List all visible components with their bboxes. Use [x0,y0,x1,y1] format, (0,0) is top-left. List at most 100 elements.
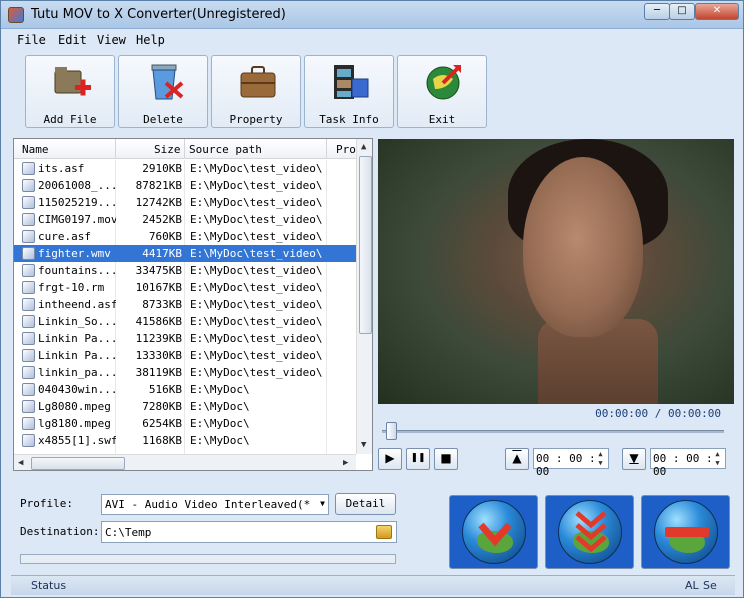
file-row[interactable]: cure.asf 760KB E:\MyDoc\test_video\ [14,228,356,245]
add-file-button[interactable]: Add File [25,55,115,128]
destination-label: Destination: [20,525,100,538]
file-row[interactable]: Linkin Pa... 13330KB E:\MyDoc\test_video\ [14,347,356,364]
file-row[interactable]: Linkin Pa... 11239KB E:\MyDoc\test_video\ [14,330,356,347]
delete-button[interactable]: Delete [118,55,208,128]
scroll-right-arrow[interactable]: ▶ [343,458,348,468]
play-button[interactable]: ▶ [378,448,402,470]
detail-button[interactable]: Detail [335,493,396,515]
start-time-down-arrow[interactable]: ▼ [594,459,607,468]
file-name: CIMG0197.mov [38,213,116,226]
exit-button[interactable]: Exit [397,55,487,128]
batch-convert-button[interactable] [545,495,634,569]
file-row[interactable]: CIMG0197.mov 2452KB E:\MyDoc\test_video\ [14,211,356,228]
file-row[interactable]: 20061008_... 87821KB E:\MyDoc\test_video\ [14,177,356,194]
menu-edit[interactable]: Edit [58,33,87,47]
file-size: 4417KB [142,247,182,260]
file-row[interactable]: lg8180.mpeg 6254KB E:\MyDoc\ [14,415,356,432]
column-source-path[interactable]: Source path [189,143,262,156]
file-name: its.asf [38,162,85,175]
vertical-scrollbar[interactable]: ▲ ▼ [356,139,372,454]
seek-slider[interactable] [382,422,724,440]
profile-label: Profile: [20,497,73,510]
destination-field[interactable]: C:\Temp [101,521,397,543]
file-row[interactable]: 115025219.... 12742KB E:\MyDoc\test_video\ [14,194,356,211]
add-file-label: Add File [43,113,97,126]
file-size: 1168KB [142,434,182,447]
video-file-icon [22,247,35,260]
file-row[interactable]: 040430win... 516KB E:\MyDoc\ [14,381,356,398]
menu-help[interactable]: Help [136,33,165,47]
file-row[interactable]: fighter.wmv 4417KB E:\MyDoc\test_video\ [14,245,356,262]
task-info-button[interactable]: Task Info [304,55,394,128]
scroll-down-arrow[interactable]: ▼ [361,440,366,450]
file-name: fountains.... [38,264,116,277]
batch-convert-globe-icon [558,500,622,564]
convert-button[interactable] [449,495,538,569]
end-time-up-arrow[interactable]: ▲ [711,450,724,459]
file-row[interactable]: linkin_pa... 38119KB E:\MyDoc\test_video\ [14,364,356,381]
file-size: 2452KB [142,213,182,226]
file-size: 760KB [148,230,182,243]
file-row[interactable]: x4855[1].swf 1168KB E:\MyDoc\ [14,432,356,449]
file-name: Linkin_So... [38,315,116,328]
delete-label: Delete [143,113,183,126]
property-button[interactable]: Property [211,55,301,128]
seek-slider-knob[interactable] [386,422,397,440]
minimize-button[interactable]: ─ [644,3,670,20]
file-row[interactable]: Linkin_So... 41586KB E:\MyDoc\test_video\ [14,313,356,330]
film-strip-icon [334,65,369,99]
main-window: Tutu MOV to X Converter(Unregistered) ─ … [0,0,744,598]
set-start-button[interactable]: ▲ [505,448,529,470]
column-size[interactable]: Size [154,143,181,156]
end-time-field[interactable]: 00 : 00 : 00 ▲ ▼ [650,448,726,478]
video-file-icon [22,332,35,345]
app-icon [8,7,24,23]
file-source-path: E:\MyDoc\test_video\ [190,366,323,379]
menu-file[interactable]: File [17,33,46,47]
vertical-scroll-thumb[interactable] [359,156,372,334]
file-list[interactable]: Name Size Source path Pro its.asf 2910KB E… [13,138,373,471]
end-time-down-arrow[interactable]: ▼ [711,459,724,468]
set-end-button[interactable]: ▼ [622,448,646,470]
file-size: 41586KB [135,315,182,328]
file-size: 33475KB [135,264,182,277]
set-start-icon: ▲ [512,451,522,465]
file-source-path: E:\MyDoc\test_video\ [190,213,323,226]
stop-icon: ■ [440,451,452,465]
scroll-up-arrow[interactable]: ▲ [361,142,366,152]
profile-select[interactable]: AVI - Audio Video Interleaved(*.avi) ▼ [101,494,329,515]
menu-view[interactable]: View [97,33,126,47]
file-row[interactable]: fountains.... 33475KB E:\MyDoc\test_video\ [14,262,356,279]
file-size: 12742KB [135,196,182,209]
file-name: cure.asf [38,230,91,243]
video-file-icon [22,349,35,362]
scroll-left-arrow[interactable]: ◀ [18,458,23,468]
file-row[interactable]: frgt-10.rm 10167KB E:\MyDoc\test_video\ [14,279,356,296]
file-name: 040430win... [38,383,116,396]
start-time-up-arrow[interactable]: ▲ [594,450,607,459]
video-file-icon [22,366,35,379]
stop-convert-globe-icon [654,500,718,564]
maximize-button[interactable]: □ [669,3,695,20]
file-size: 11239KB [135,332,182,345]
pause-icon: ❚❚ [410,453,426,463]
start-time-field[interactable]: 00 : 00 : 00 ▲ ▼ [533,448,609,478]
close-button[interactable]: ✕ [695,3,739,20]
file-row[interactable]: its.asf 2910KB E:\MyDoc\test_video\ [14,160,356,177]
destination-value: C:\Temp [105,526,152,539]
file-name: intheend.asf [38,298,116,311]
file-name: linkin_pa... [38,366,116,379]
file-row[interactable]: Lg8080.mpeg 7280KB E:\MyDoc\ [14,398,356,415]
pause-button[interactable]: ❚❚ [406,448,430,470]
horizontal-scrollbar[interactable]: ◀ ▶ [14,454,356,470]
horizontal-scroll-thumb[interactable] [31,457,125,470]
file-source-path: E:\MyDoc\test_video\ [190,162,323,175]
file-row[interactable]: intheend.asf 8733KB E:\MyDoc\test_video\ [14,296,356,313]
exit-label: Exit [428,113,456,126]
stop-convert-button[interactable] [641,495,730,569]
column-name[interactable]: Name [22,143,49,156]
stop-button[interactable]: ■ [434,448,458,470]
browse-folder-icon[interactable] [376,525,392,539]
file-size: 10167KB [135,281,182,294]
column-progress[interactable]: Pro [336,143,356,156]
